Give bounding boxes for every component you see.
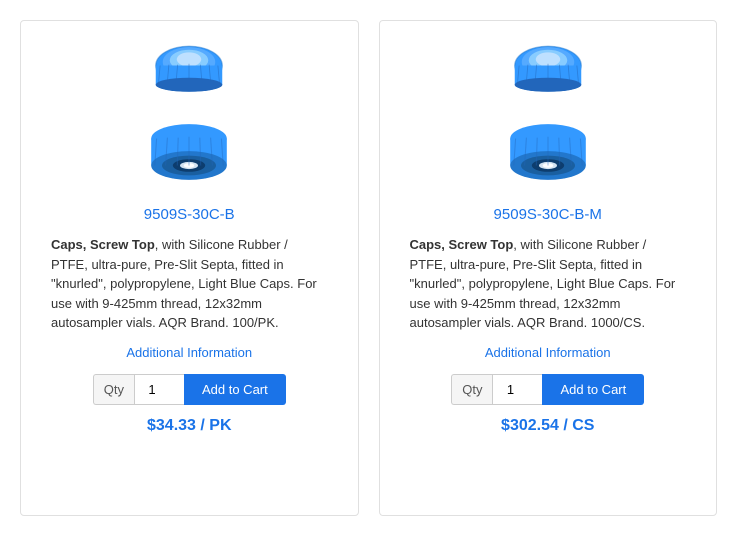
qty-label-1: Qty <box>93 374 134 405</box>
product-images-1 <box>144 41 234 194</box>
product-sku-2[interactable]: 9509S-30C-B-M <box>494 206 602 223</box>
product-image-bottom-2 <box>503 119 593 194</box>
product-card-1: 9509S-30C-B Caps, Screw Top, with Silico… <box>20 20 359 516</box>
additional-info-link-1[interactable]: Additional Information <box>126 345 252 360</box>
product-price-2: $302.54 / CS <box>501 417 594 435</box>
qty-label-2: Qty <box>451 374 492 405</box>
product-price-1: $34.33 / PK <box>147 417 232 435</box>
product-sku-1[interactable]: 9509S-30C-B <box>144 206 235 223</box>
product-images-2 <box>503 41 593 194</box>
products-container: 9509S-30C-B Caps, Screw Top, with Silico… <box>10 10 727 526</box>
product-description-bold-1: Caps, Screw Top <box>51 237 155 252</box>
product-description-bold-2: Caps, Screw Top <box>410 237 514 252</box>
product-image-top-2 <box>508 41 588 111</box>
qty-input-1[interactable] <box>134 374 184 405</box>
product-card-2: 9509S-30C-B-M Caps, Screw Top, with Sili… <box>379 20 718 516</box>
add-to-cart-row-1: Qty Add to Cart <box>93 374 286 405</box>
product-image-top-1 <box>149 41 229 111</box>
qty-input-2[interactable] <box>492 374 542 405</box>
add-to-cart-row-2: Qty Add to Cart <box>451 374 644 405</box>
add-to-cart-button-1[interactable]: Add to Cart <box>184 374 286 405</box>
add-to-cart-button-2[interactable]: Add to Cart <box>542 374 644 405</box>
product-description-2: Caps, Screw Top, with Silicone Rubber / … <box>410 235 687 333</box>
product-image-bottom-1 <box>144 119 234 194</box>
additional-info-link-2[interactable]: Additional Information <box>485 345 611 360</box>
product-description-1: Caps, Screw Top, with Silicone Rubber / … <box>51 235 328 333</box>
